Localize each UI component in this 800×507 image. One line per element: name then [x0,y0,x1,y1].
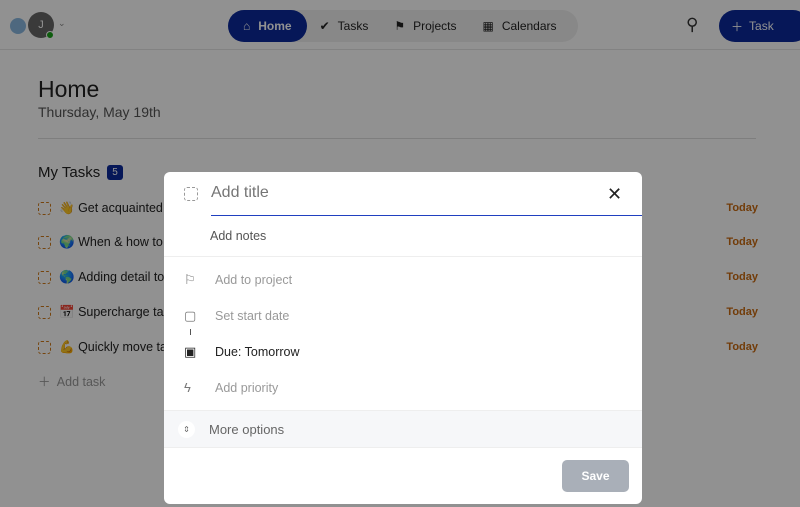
task-checkbox-icon [184,187,198,201]
notes-input[interactable]: Add notes [210,229,266,243]
save-button[interactable]: Save [562,460,629,492]
close-icon[interactable]: ✕ [607,184,622,205]
option-label: Add priority [215,380,279,395]
title-input[interactable] [211,184,591,202]
calendar-icon: ▢ [184,308,197,323]
flag-icon: ⚐ [184,272,196,287]
new-task-dialog: ✕ Add notes ⚐ Add to project ▢ Set start d… [164,172,642,504]
more-options-button[interactable]: ⇕ More options [164,410,642,448]
divider [164,256,642,257]
due-date-button[interactable]: ▣ Due: Tomorrow [184,344,300,360]
add-to-project-button[interactable]: ⚐ Add to project [184,272,292,288]
option-label: Add to project [215,273,293,287]
calendar-due-icon: ▣ [184,344,197,359]
option-label: Set start date [215,309,290,323]
date-connector [190,329,191,335]
lightning-icon: ϟ [184,380,191,395]
option-label: Due: Tomorrow [215,345,300,359]
start-date-button[interactable]: ▢ Set start date [184,308,289,324]
expand-icon: ⇕ [178,420,195,438]
more-options-label: More options [209,421,285,437]
add-priority-button[interactable]: ϟ Add priority [184,380,278,395]
title-underline [211,215,642,216]
